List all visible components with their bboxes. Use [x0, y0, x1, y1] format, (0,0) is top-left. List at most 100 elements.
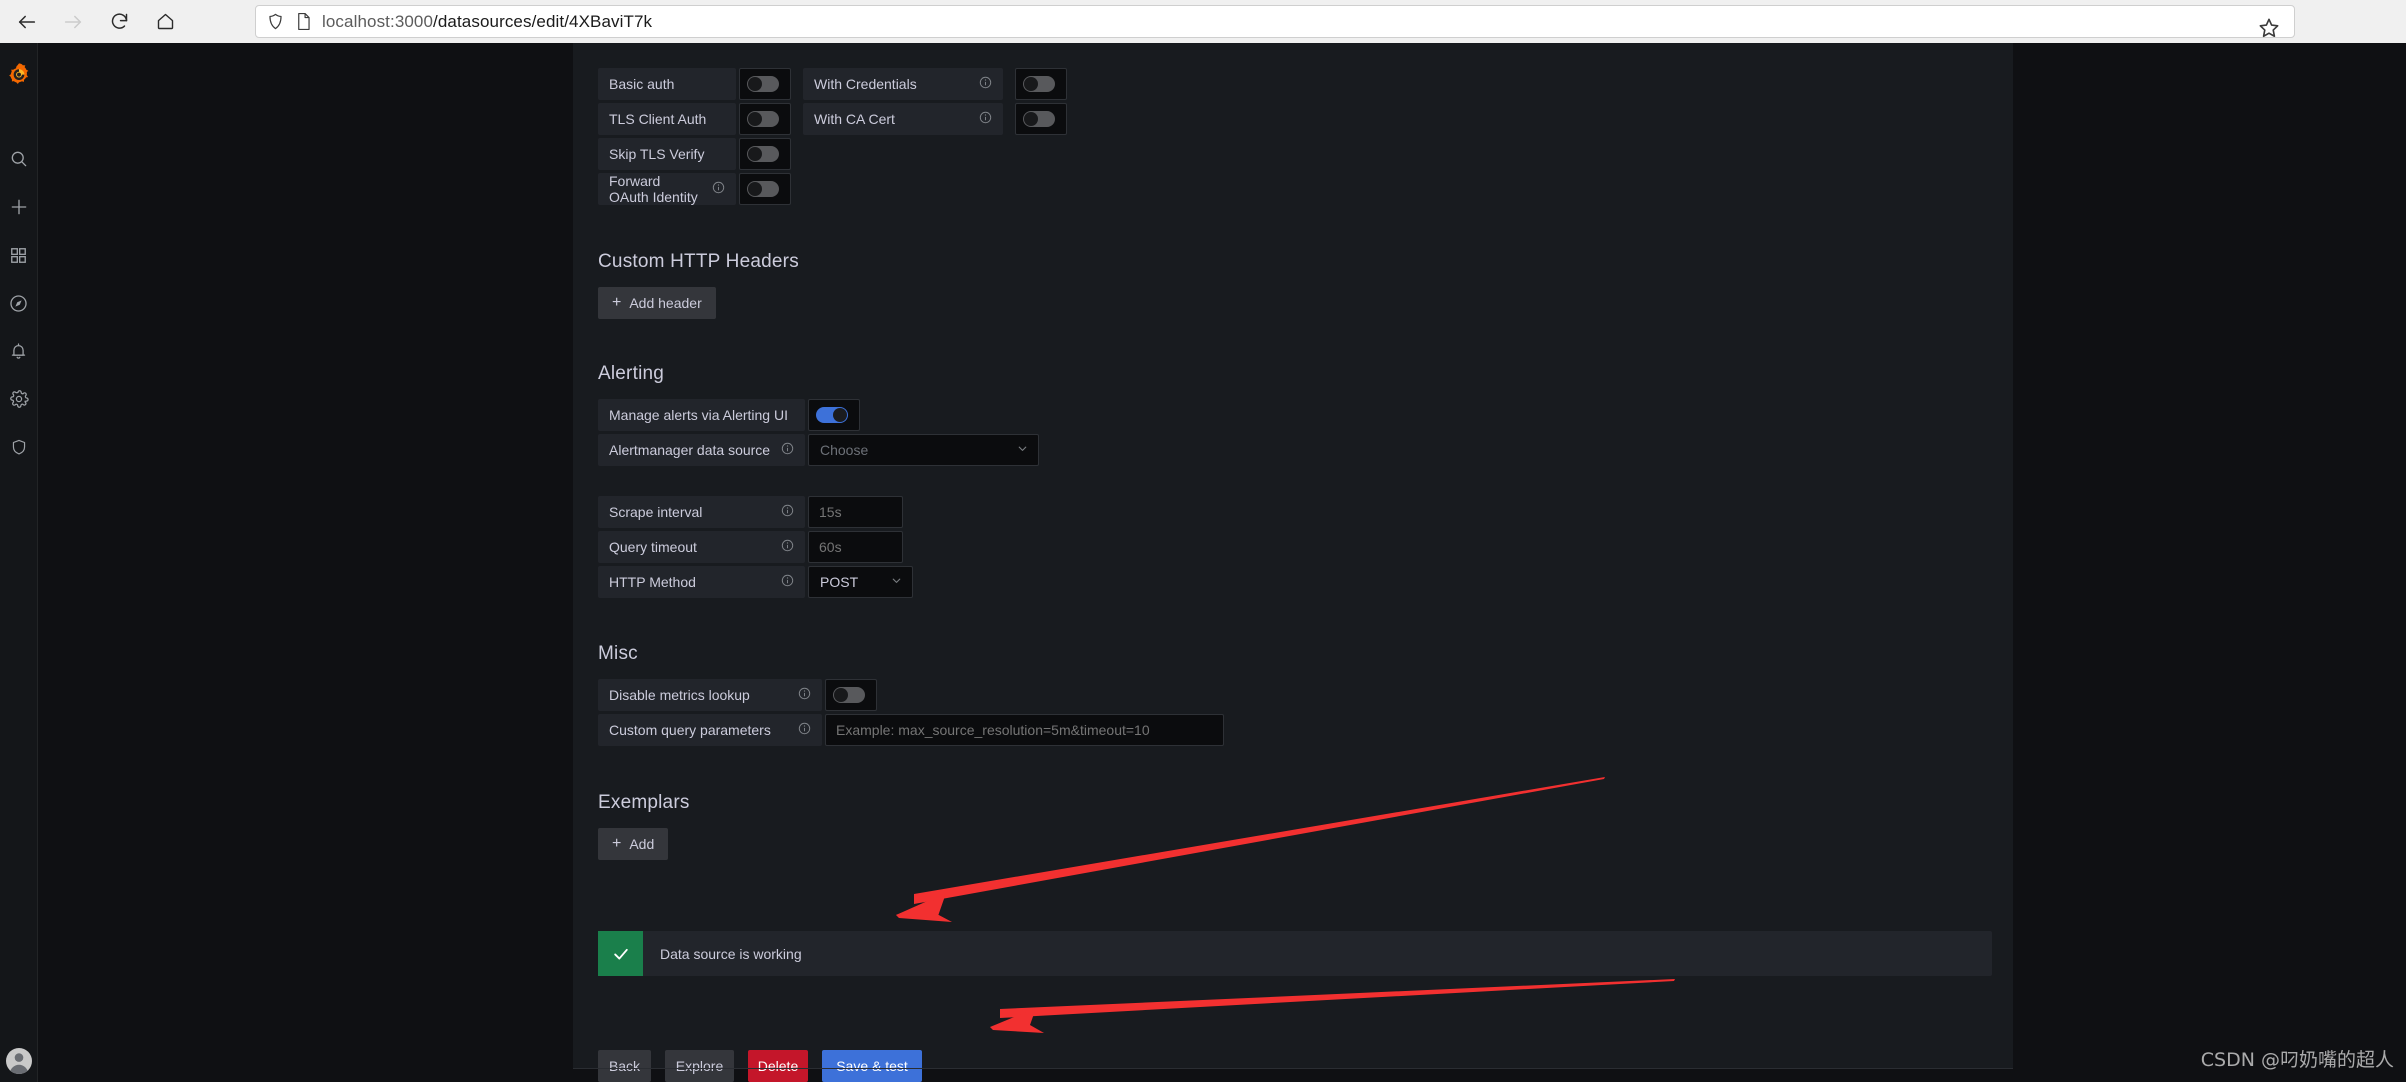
search-icon[interactable] [0, 135, 38, 183]
label-text: Custom query parameters [609, 722, 771, 738]
label-text: With CA Cert [814, 111, 895, 127]
with-ca-cert-label: With CA Cert [803, 103, 1003, 135]
label-text: Manage alerts via Alerting UI [609, 407, 788, 423]
plus-icon: + [612, 835, 622, 852]
shield-icon [266, 12, 285, 31]
http-method-value: POST [820, 574, 859, 590]
info-icon[interactable] [969, 76, 992, 92]
manage-alerts-label: Manage alerts via Alerting UI [598, 399, 805, 431]
status-alert-message: Data source is working [660, 945, 802, 962]
label-text: Skip TLS Verify [609, 146, 705, 162]
skip-tls-verify-label: Skip TLS Verify [598, 138, 736, 170]
add-header-button[interactable]: + Add header [598, 287, 716, 319]
scrape-interval-row: Scrape interval [598, 496, 2013, 528]
footer-buttons: Back Explore Delete Save & test [598, 1050, 922, 1082]
user-avatar[interactable] [5, 1048, 32, 1074]
delete-button[interactable]: Delete [748, 1050, 808, 1082]
alertmanager-datasource-label: Alertmanager data source [598, 434, 805, 466]
browser-chrome: localhost:3000/datasources/edit/4XBaviT7… [0, 0, 2406, 43]
custom-query-parameters-row: Custom query parameters [598, 714, 2013, 746]
configuration-icon[interactable] [0, 375, 38, 423]
datasource-settings-panel: Basic auth With Credentials TLS Client A… [573, 43, 2013, 1082]
chevron-down-icon [1016, 442, 1029, 458]
csdn-watermark: CSDN @叼奶嘴的超人 [2200, 1049, 2394, 1071]
label-text: Basic auth [609, 76, 675, 92]
explore-button[interactable]: Explore [665, 1050, 734, 1082]
auth-row-skip-tls-verify: Skip TLS Verify [598, 138, 2013, 170]
label-text: Forward OAuth Identity [609, 173, 698, 205]
query-timeout-row: Query timeout [598, 531, 2013, 563]
info-icon[interactable] [969, 111, 992, 127]
status-alert: Data source is working [598, 931, 1992, 976]
page-icon [295, 12, 312, 31]
manage-alerts-toggle[interactable] [808, 399, 860, 431]
grafana-logo[interactable] [0, 51, 38, 99]
custom-query-parameters-label: Custom query parameters [598, 714, 822, 746]
label-text: Disable metrics lookup [609, 687, 750, 703]
alerting-title: Alerting [598, 363, 665, 384]
forward-arrow-icon[interactable] [54, 3, 92, 41]
label-text: Query timeout [609, 539, 697, 555]
with-credentials-toggle[interactable] [1015, 68, 1067, 100]
query-timeout-label: Query timeout [598, 531, 805, 563]
misc-section: Misc Disable metrics lookup Custom query… [573, 643, 2013, 746]
check-icon [598, 931, 643, 976]
grafana-sidebar [0, 43, 38, 1082]
reload-icon[interactable] [100, 3, 138, 41]
url-text: localhost:3000/datasources/edit/4XBaviT7… [322, 11, 653, 31]
tls-client-auth-toggle[interactable] [739, 103, 791, 135]
skip-tls-verify-toggle[interactable] [739, 138, 791, 170]
forward-oauth-identity-toggle[interactable] [739, 173, 791, 205]
basic-auth-toggle[interactable] [739, 68, 791, 100]
home-icon[interactable] [146, 3, 184, 41]
query-timeout-input[interactable] [808, 531, 903, 563]
scrape-interval-label: Scrape interval [598, 496, 805, 528]
label-text: With Credentials [814, 76, 917, 92]
http-method-row: HTTP Method POST [598, 566, 2013, 598]
sidebar-spacer-top [0, 99, 38, 135]
http-method-select[interactable]: POST [808, 566, 913, 598]
info-icon[interactable] [771, 442, 794, 458]
back-arrow-icon[interactable] [8, 3, 46, 41]
explore-icon[interactable] [0, 279, 38, 327]
exemplars-title: Exemplars [598, 792, 690, 813]
with-ca-cert-toggle[interactable] [1015, 103, 1067, 135]
plus-icon: + [612, 294, 622, 311]
scrape-settings-section: Scrape interval Query timeout HTTP Metho… [598, 496, 2013, 598]
label-text: HTTP Method [609, 574, 696, 590]
info-icon[interactable] [771, 574, 794, 590]
star-icon[interactable] [2256, 15, 2282, 41]
auth-toggles-section: Basic auth With Credentials TLS Client A… [573, 43, 2013, 205]
add-header-label: Add header [629, 295, 702, 311]
auth-row-tls-client-auth: TLS Client Auth With CA Cert [598, 103, 2013, 135]
alertmanager-datasource-value: Choose [820, 442, 869, 458]
info-icon[interactable] [702, 181, 725, 197]
info-icon[interactable] [788, 722, 811, 738]
save-and-test-button[interactable]: Save & test [822, 1050, 922, 1082]
disable-metrics-lookup-toggle[interactable] [825, 679, 877, 711]
alerting-icon[interactable] [0, 327, 38, 375]
add-exemplar-label: Add [629, 836, 655, 852]
tls-client-auth-label: TLS Client Auth [598, 103, 736, 135]
panel-bottom-divider [573, 1068, 2013, 1069]
back-button[interactable]: Back [598, 1050, 651, 1082]
add-exemplar-button[interactable]: + Add [598, 828, 669, 860]
disable-metrics-lookup-label: Disable metrics lookup [598, 679, 822, 711]
label-text: Scrape interval [609, 504, 703, 520]
http-method-label: HTTP Method [598, 566, 805, 598]
url-bar[interactable]: localhost:3000/datasources/edit/4XBaviT7… [255, 5, 2295, 38]
alertmanager-datasource-row: Alertmanager data source Choose [598, 434, 2013, 466]
alertmanager-datasource-select[interactable]: Choose [808, 434, 1039, 466]
info-icon[interactable] [788, 687, 811, 703]
dashboards-icon[interactable] [0, 231, 38, 279]
info-icon[interactable] [771, 539, 794, 555]
manage-alerts-row: Manage alerts via Alerting UI [598, 399, 2013, 431]
auth-row-forward-oauth-identity: Forward OAuth Identity [598, 173, 2013, 205]
custom-query-parameters-input[interactable] [825, 714, 1224, 746]
create-icon[interactable] [0, 183, 38, 231]
basic-auth-label: Basic auth [598, 68, 736, 100]
info-icon[interactable] [771, 504, 794, 520]
with-credentials-label: With Credentials [803, 68, 1003, 100]
server-admin-icon[interactable] [0, 423, 38, 471]
scrape-interval-input[interactable] [808, 496, 903, 528]
